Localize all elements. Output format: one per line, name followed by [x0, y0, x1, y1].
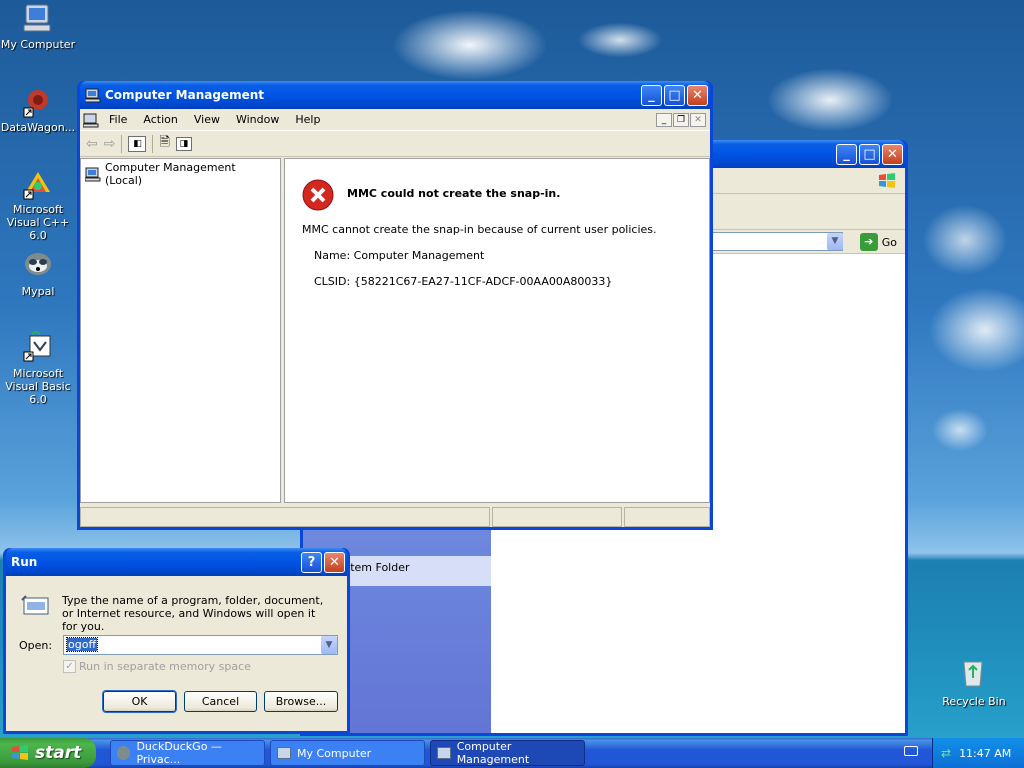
separate-memory-checkbox-row[interactable]: ✓ Run in separate memory space: [63, 660, 251, 673]
run-title: Run: [11, 555, 38, 569]
help-button[interactable]: ?: [301, 551, 322, 573]
error-description: MMC cannot create the snap-in because of…: [302, 223, 657, 236]
toolbar-separator: [152, 134, 154, 153]
separate-memory-checkbox[interactable]: ✓: [63, 660, 76, 673]
status-panel: [624, 507, 710, 527]
ok-button[interactable]: OK: [102, 690, 177, 713]
network-icon[interactable]: ⇄: [941, 746, 951, 760]
mdi-restore-button[interactable]: ❐: [673, 112, 689, 127]
visual-cpp-icon[interactable]: [22, 168, 54, 200]
forward-arrow-icon[interactable]: ⇨: [104, 136, 116, 152]
toolbar-separator: [121, 134, 123, 153]
open-label: Open:: [19, 639, 53, 652]
recycle-bin-icon[interactable]: [957, 656, 989, 688]
close-button[interactable]: ✕: [687, 84, 708, 106]
back-arrow-icon[interactable]: ⇦: [86, 136, 98, 152]
go-label: Go: [881, 235, 897, 249]
taskbar-item-label: Computer Management: [456, 740, 530, 766]
desktop-icon-label[interactable]: Mypal: [0, 285, 78, 298]
close-button[interactable]: ✕: [324, 551, 345, 573]
taskbar-item-label: DuckDuckGo — Privac...: [136, 740, 222, 766]
computer-management-icon: [437, 747, 451, 759]
minimize-button[interactable]: _: [836, 143, 857, 165]
menu-action[interactable]: Action: [135, 113, 185, 126]
menu-file[interactable]: File: [101, 113, 135, 126]
maximize-button[interactable]: □: [859, 143, 880, 165]
computer-management-icon: [85, 88, 101, 103]
keyboard-icon[interactable]: [904, 746, 918, 756]
go-arrow-icon: ➔: [859, 233, 878, 251]
mmc-menubar: File Action View Window Help _ ❐ ✕: [80, 109, 710, 131]
mypal-icon: [117, 746, 131, 760]
tree-pane: Computer Management (Local): [80, 158, 281, 503]
console-icon: [83, 113, 99, 127]
mypal-icon[interactable]: [22, 248, 54, 280]
show-hide-action-pane-icon[interactable]: ◨: [175, 136, 192, 151]
close-button[interactable]: ✕: [882, 143, 903, 165]
tree-item-label: Computer Management (Local): [104, 161, 236, 187]
minimize-button[interactable]: _: [641, 84, 662, 106]
taskbar-item-label: My Computer: [297, 746, 372, 760]
clock[interactable]: 11:47 AM: [959, 747, 1011, 760]
desktop-icon-label[interactable]: Microsoft Visual Basic 6.0: [0, 367, 78, 406]
start-label: start: [35, 743, 82, 763]
maximize-button[interactable]: □: [664, 84, 685, 106]
computer-management-window[interactable]: Computer Management _ □ ✕ File Action Vi…: [77, 81, 713, 530]
run-title-bar[interactable]: Run ? ✕: [6, 548, 347, 576]
status-panel: [80, 507, 490, 527]
start-button[interactable]: start: [0, 738, 96, 768]
desktop-icon-label[interactable]: My Computer: [0, 38, 78, 51]
cancel-button[interactable]: Cancel: [184, 691, 257, 712]
taskbar-item-my-computer[interactable]: My Computer: [270, 740, 425, 766]
result-pane: MMC could not create the snap-in. MMC ca…: [284, 158, 710, 503]
run-dialog[interactable]: Run ? ✕ Type the name of a program, fold…: [3, 548, 350, 734]
error-icon: [302, 179, 334, 211]
mmc-title-bar[interactable]: Computer Management _ □ ✕: [80, 81, 710, 109]
open-input[interactable]: ogoff: [65, 637, 99, 652]
mmc-title: Computer Management: [105, 88, 264, 102]
windows-logo-icon: [879, 173, 895, 188]
open-combobox[interactable]: ogoff ▼: [63, 635, 338, 655]
menu-view[interactable]: View: [186, 113, 228, 126]
show-hide-tree-icon[interactable]: ◧: [128, 135, 147, 152]
properties-icon[interactable]: 🗎: [159, 133, 169, 155]
desktop-icon-label[interactable]: DataWagon...: [0, 121, 78, 134]
snapin-name: Name: Computer Management: [314, 249, 485, 262]
tree-item-computer-management-local[interactable]: Computer Management (Local): [81, 159, 280, 189]
mmc-status-bar: [80, 507, 710, 527]
windows-logo-icon: [12, 745, 28, 760]
my-computer-icon[interactable]: [22, 2, 54, 34]
system-tray: ⇄ 11:47 AM: [932, 738, 1024, 768]
mmc-client: File Action View Window Help _ ❐ ✕ ⇦ ⇨ ◧…: [80, 109, 710, 527]
address-dropdown-button[interactable]: ▼: [827, 233, 843, 250]
open-dropdown-button[interactable]: ▼: [321, 636, 337, 654]
run-icon: [21, 595, 49, 615]
error-title: MMC could not create the snap-in.: [347, 187, 561, 200]
separate-memory-label: Run in separate memory space: [79, 660, 251, 673]
browse-button[interactable]: Browse...: [264, 691, 338, 712]
taskbar-item-duckduckgo[interactable]: DuckDuckGo — Privac...: [110, 740, 265, 766]
desktop-icon-label[interactable]: Microsoft Visual C++ 6.0: [0, 203, 78, 242]
status-panel: [492, 507, 622, 527]
mdi-close-button[interactable]: ✕: [690, 112, 706, 127]
menu-help[interactable]: Help: [287, 113, 328, 126]
mdi-controls: _ ❐ ✕: [656, 112, 706, 127]
go-button[interactable]: ➔ Go: [859, 233, 897, 251]
mdi-minimize-button[interactable]: _: [656, 112, 672, 127]
datawagon-icon[interactable]: [22, 86, 54, 118]
taskbar-item-computer-management[interactable]: Computer Management: [430, 740, 585, 766]
snapin-clsid: CLSID: {58221C67-EA27-11CF-ADCF-00AA00A8…: [314, 275, 613, 288]
my-computer-icon: [277, 747, 291, 759]
run-client: Type the name of a program, folder, docu…: [6, 576, 347, 731]
computer-management-icon: [85, 167, 101, 182]
menu-window[interactable]: Window: [228, 113, 287, 126]
desktop-icon-label[interactable]: Recycle Bin: [934, 695, 1014, 708]
visual-basic-icon[interactable]: [22, 330, 54, 362]
run-description: Type the name of a program, folder, docu…: [62, 594, 324, 633]
mmc-toolbar: ⇦ ⇨ ◧ 🗎 ◨: [80, 131, 710, 157]
